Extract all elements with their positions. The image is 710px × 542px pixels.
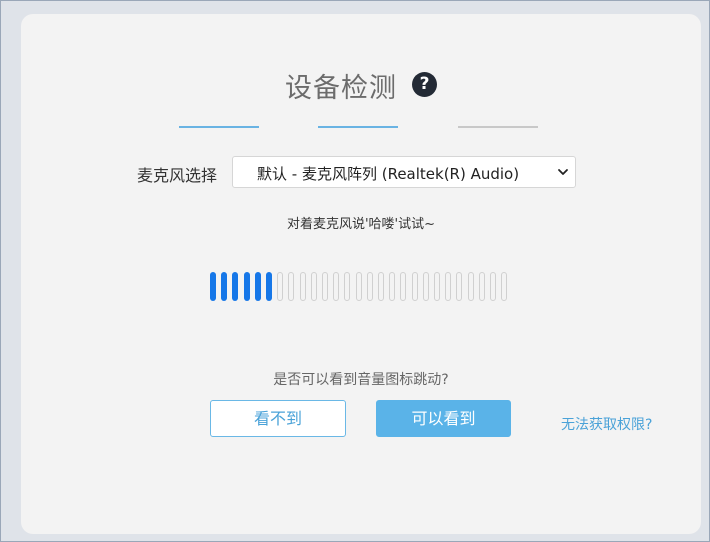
volume-bar: [400, 272, 407, 301]
volume-bar: [288, 272, 295, 301]
step-3-indicator: [458, 126, 538, 128]
microphone-selected-value: 默认 - 麦克风阵列 (Realtek(R) Audio): [257, 165, 520, 183]
device-check-card: 设备检测 ? 麦克风选择 默认 - 麦克风阵列 (Realtek(R) Audi…: [21, 14, 701, 534]
volume-bar: [478, 272, 485, 301]
question-circle-icon[interactable]: ?: [412, 72, 438, 97]
microphone-select[interactable]: 默认 - 麦克风阵列 (Realtek(R) Audio): [232, 156, 576, 188]
volume-bar: [422, 272, 429, 301]
volume-bar: [467, 272, 474, 301]
volume-bar: [232, 272, 239, 301]
volume-bar: [456, 272, 463, 301]
volume-bar: [366, 272, 373, 301]
permission-help-link[interactable]: 无法获取权限?: [561, 414, 652, 434]
volume-bar: [333, 272, 340, 301]
volume-bar: [445, 272, 452, 301]
volume-bar: [243, 272, 250, 301]
volume-bar: [277, 272, 284, 301]
volume-bar: [254, 272, 261, 301]
step-1-indicator: [179, 126, 259, 128]
volume-bar: [411, 272, 418, 301]
microphone-select-label: 麦克风选择: [137, 166, 218, 185]
volume-bar: [378, 272, 384, 301]
volume-bar: [299, 272, 306, 301]
volume-bar: [210, 272, 216, 301]
can-see-button[interactable]: 可以看到: [376, 400, 511, 437]
dialog-title: 设备检测: [284, 73, 397, 104]
volume-bar: [490, 272, 496, 301]
volume-bar: [389, 272, 396, 301]
volume-bar: [322, 272, 328, 301]
title-row: 设备检测 ?: [21, 66, 701, 105]
volume-bar: [344, 272, 351, 301]
volume-bar: [434, 272, 440, 301]
step-2-indicator: [318, 126, 398, 128]
volume-bar: [221, 272, 228, 301]
cannot-see-button[interactable]: 看不到: [210, 400, 346, 437]
speak-hint: 对着麦克风说'哈喽'试试~: [286, 217, 436, 232]
volume-bar: [266, 272, 272, 301]
step-indicator: [21, 126, 701, 130]
volume-bar: [310, 272, 317, 301]
volume-question: 是否可以看到音量图标跳动?: [273, 372, 449, 388]
chevron-down-icon: [558, 169, 568, 175]
volume-bar: [355, 272, 362, 301]
volume-bar: [501, 272, 508, 301]
